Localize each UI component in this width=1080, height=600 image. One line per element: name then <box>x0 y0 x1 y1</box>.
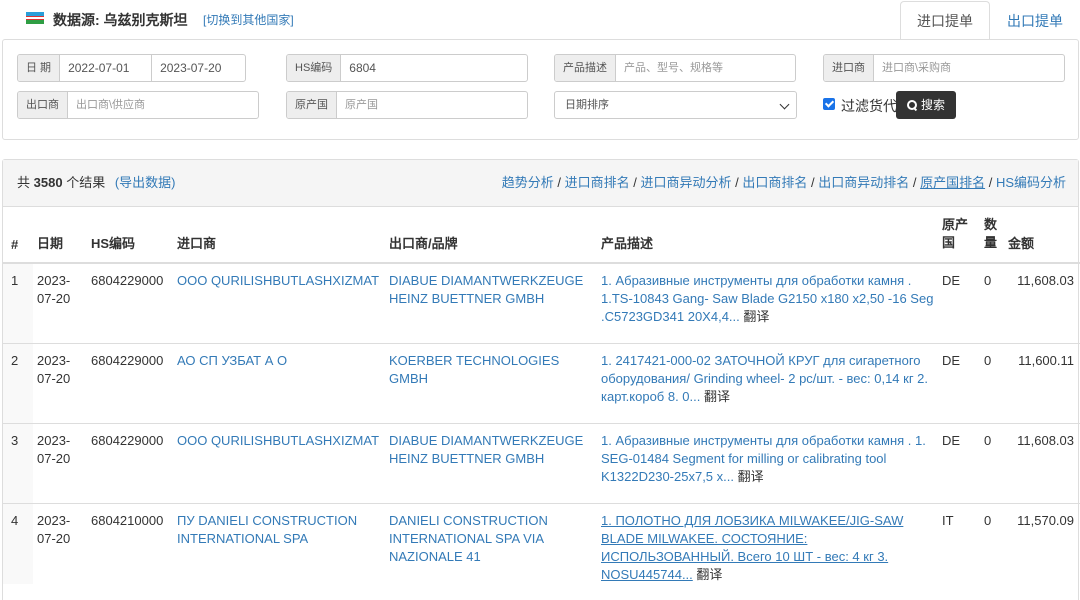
table-row: 2 2023-07-20 6804229000 АО СП УЗБАТ А О … <box>3 342 1080 423</box>
col-origin: 原产国 <box>938 208 980 264</box>
exporter-change-ranking-link[interactable]: 出口商异动排名 <box>818 175 909 190</box>
results-table: # 日期 HS编码 进口商 出口商/品牌 产品描述 原产国 数量 金额 1 20… <box>3 208 1080 584</box>
top-bar: 数据源: 乌兹别克斯坦 [切换到其他国家] 进口提单 出口提单 <box>0 0 1080 41</box>
exporter-link[interactable]: KOERBER TECHNOLOGIES GMBH <box>389 353 559 386</box>
origin-ranking-link[interactable]: 原产国排名 <box>920 175 985 190</box>
importer-link[interactable]: OOO QURILISHBUTLASHXIZMAT <box>177 433 379 448</box>
results-panel: 共 3580 个结果 (导出数据) 趋势分析 / 进口商排名 / 进口商异动分析… <box>2 159 1080 600</box>
search-button[interactable]: 搜索 <box>896 91 956 119</box>
date-to-input[interactable]: 2023-07-20 <box>152 55 245 81</box>
table-row: 1 2023-07-20 6804229000 OOO QURILISHBUTL… <box>3 262 1080 343</box>
product-desc-link[interactable]: 1. 2417421-000-02 ЗАТОЧНОЙ КРУГ для сига… <box>601 353 928 404</box>
chevron-down-icon <box>779 99 790 110</box>
exporter-link[interactable]: DIABUE DIAMANTWERKZEUGE HEINZ BUETTNER G… <box>389 433 583 466</box>
col-hs: HS编码 <box>87 208 173 264</box>
date-range-group: 日 期 2022-07-01 2023-07-20 <box>17 54 246 82</box>
filter-forwarder-label: 过滤货代 <box>841 98 897 114</box>
table-row: 4 2023-07-20 6804210000 ПУ DANIELI CONST… <box>3 502 1080 584</box>
col-num: # <box>3 208 33 264</box>
date-from-input[interactable]: 2022-07-01 <box>60 55 153 81</box>
filter-panel: 日 期 2022-07-01 2023-07-20 HS编码 6804 产品描述… <box>2 39 1079 140</box>
sort-select[interactable]: 日期排序 <box>554 91 797 119</box>
table-header-row: # 日期 HS编码 进口商 出口商/品牌 产品描述 原产国 数量 金额 <box>3 208 1080 264</box>
table-row: 3 2023-07-20 6804229000 OOO QURILISHBUTL… <box>3 422 1080 503</box>
col-exporter: 出口商/品牌 <box>385 208 597 264</box>
hs-code-label: HS编码 <box>287 55 342 81</box>
importer-group: 进口商 进口商\采购商 <box>823 54 1065 82</box>
importer-label: 进口商 <box>824 55 874 81</box>
uzbekistan-flag-icon <box>26 12 44 24</box>
sort-select-value: 日期排序 <box>565 99 609 111</box>
results-count: 共 3580 个结果 (导出数据) <box>17 175 176 190</box>
product-desc-input[interactable]: 产品、型号、规格等 <box>616 55 795 81</box>
col-amount: 金额 <box>1004 208 1080 264</box>
translate-link[interactable]: 翻译 <box>738 469 764 484</box>
results-count-number: 3580 <box>33 175 63 190</box>
export-data-link[interactable]: (导出数据) <box>115 175 176 190</box>
product-desc-group: 产品描述 产品、型号、规格等 <box>554 54 796 82</box>
importer-change-analysis-link[interactable]: 进口商异动分析 <box>641 175 732 190</box>
filter-forwarder-checkbox[interactable] <box>823 98 835 110</box>
translate-link[interactable]: 翻译 <box>696 567 722 582</box>
importer-link[interactable]: АО СП УЗБАТ А О <box>177 353 287 368</box>
importer-ranking-link[interactable]: 进口商排名 <box>565 175 630 190</box>
importer-link[interactable]: OOO QURILISHBUTLASHXIZMAT <box>177 273 379 288</box>
hs-code-input[interactable]: 6804 <box>341 55 527 81</box>
exporter-link[interactable]: DIABUE DIAMANTWERKZEUGE HEINZ BUETTNER G… <box>389 273 583 306</box>
hs-code-analysis-link[interactable]: HS编码分析 <box>996 175 1066 190</box>
origin-input[interactable]: 原产国 <box>337 92 527 118</box>
product-desc-link[interactable]: 1. ПОЛОТНО ДЛЯ ЛОБЗИКА MILWAKEE/JIG-SAW … <box>601 513 903 582</box>
product-desc-label: 产品描述 <box>555 55 616 81</box>
exporter-ranking-link[interactable]: 出口商排名 <box>742 175 807 190</box>
importer-input[interactable]: 进口商\采购商 <box>874 55 1064 81</box>
origin-group: 原产国 原产国 <box>286 91 528 119</box>
exporter-label: 出口商 <box>18 92 68 118</box>
col-importer: 进口商 <box>173 208 385 264</box>
search-button-label: 搜索 <box>920 98 945 112</box>
origin-label: 原产国 <box>287 92 337 118</box>
trend-analysis-link[interactable]: 趋势分析 <box>502 175 554 190</box>
translate-link[interactable]: 翻译 <box>743 309 769 324</box>
search-icon <box>906 100 917 110</box>
bill-type-tabs: 进口提单 出口提单 <box>900 1 1080 41</box>
exporter-group: 出口商 出口商\供应商 <box>17 91 259 119</box>
exporter-link[interactable]: DANIELI CONSTRUCTION INTERNATIONAL SPA V… <box>389 513 548 564</box>
tab-export-bill[interactable]: 出口提单 <box>990 1 1080 40</box>
col-desc: 产品描述 <box>597 208 938 264</box>
results-header: 共 3580 个结果 (导出数据) 趋势分析 / 进口商排名 / 进口商异动分析… <box>3 160 1078 207</box>
tab-import-bill[interactable]: 进口提单 <box>900 1 990 41</box>
exporter-input[interactable]: 出口商\供应商 <box>68 92 258 118</box>
switch-country-link[interactable]: [切换到其他国家] <box>203 11 294 28</box>
col-date: 日期 <box>33 208 87 264</box>
data-source-label: 数据源: 乌兹别克斯坦 <box>53 12 188 28</box>
col-qty: 数量 <box>980 208 1004 264</box>
translate-link[interactable]: 翻译 <box>704 389 730 404</box>
date-label: 日 期 <box>18 55 61 81</box>
analysis-links: 趋势分析 / 进口商排名 / 进口商异动分析 / 出口商排名 / 出口商异动排名… <box>501 175 1066 190</box>
importer-link[interactable]: ПУ DANIELI CONSTRUCTION INTERNATIONAL SP… <box>177 513 357 546</box>
hs-code-group: HS编码 6804 <box>286 54 528 82</box>
